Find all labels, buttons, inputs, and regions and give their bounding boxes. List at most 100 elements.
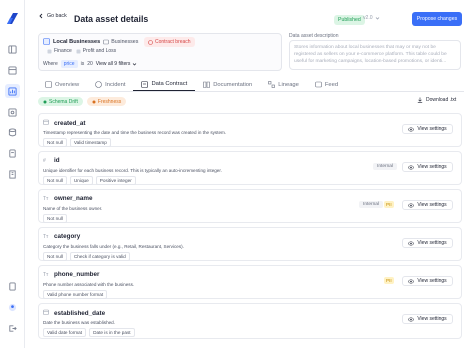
logout-icon[interactable]	[7, 323, 18, 334]
description-textarea[interactable]: Stores information about local businesse…	[289, 40, 461, 70]
text-icon: Tт	[43, 233, 49, 240]
tab-label: Incident	[105, 81, 126, 88]
propose-changes-button[interactable]: Propose changes	[412, 12, 462, 26]
test-chip: Not null	[43, 214, 67, 223]
view-settings-label: View settings	[417, 202, 447, 208]
field-description: Name of the business owner.	[43, 206, 103, 211]
overview-icon	[45, 81, 52, 88]
text-icon: Tт	[43, 271, 49, 278]
view-settings-button[interactable]: View settings	[402, 162, 453, 172]
field-description: Date the business was established.	[43, 320, 116, 325]
text-icon: Tт	[43, 195, 49, 202]
alert-icon	[148, 39, 153, 45]
filter-value: 20	[87, 61, 93, 67]
view-settings-button[interactable]: View settings	[402, 238, 453, 248]
where-label: Where	[43, 61, 58, 67]
back-button[interactable]: Go back	[38, 13, 67, 19]
tag-profit-loss[interactable]: Profit and Loss	[76, 48, 116, 54]
eye-icon	[408, 241, 415, 245]
asset-name: Local Businesses	[53, 38, 101, 45]
description-label: Data asset description	[289, 33, 339, 39]
view-settings-label: View settings	[417, 164, 447, 170]
folder-icon	[103, 39, 110, 44]
catalog-icon[interactable]	[7, 107, 18, 118]
view-settings-button[interactable]: View settings	[402, 124, 453, 134]
view-settings-label: View settings	[417, 278, 447, 284]
app-logo[interactable]	[6, 12, 19, 25]
field-description: Unique identifier for each business reco…	[43, 168, 222, 173]
document-icon[interactable]	[7, 148, 18, 159]
database-icon[interactable]	[7, 127, 18, 138]
tab-label: Documentation	[213, 81, 253, 88]
filter-field: price	[63, 61, 75, 67]
chevron-left-icon	[39, 13, 43, 19]
eye-icon	[408, 317, 415, 321]
pii-badge: PII	[384, 201, 394, 208]
view-settings-label: View settings	[417, 240, 447, 246]
field-card-phone-number: Tт phone_number Phone number associated w…	[38, 265, 462, 299]
home-icon[interactable]	[7, 44, 18, 55]
download-icon	[417, 97, 423, 103]
test-chip: Valid timestamp	[69, 138, 111, 147]
field-name: phone_number	[54, 271, 100, 278]
test-chip: Not null	[43, 252, 67, 261]
tab-documentation[interactable]: Documentation	[195, 78, 260, 91]
version-selector[interactable]: v2.0	[363, 15, 380, 21]
dot-icon	[92, 100, 96, 103]
incident-icon	[95, 81, 102, 88]
test-chip: Valid date format	[43, 328, 87, 337]
download-button[interactable]: Download .txt	[417, 97, 456, 103]
hash-icon: #	[43, 157, 46, 164]
test-chip: Not null	[43, 138, 67, 147]
tab-incident[interactable]: Incident	[87, 78, 133, 91]
view-all-filters-link[interactable]: View all 9 filters	[96, 61, 138, 67]
tab-data-contract[interactable]: Data Contract	[133, 78, 196, 91]
tab-label: Overview	[55, 81, 80, 88]
test-chip: Check if category is valid	[69, 252, 130, 261]
breach-label: Contract breach	[155, 39, 191, 45]
asset-crumb[interactable]: Businesses	[103, 39, 138, 45]
filter-field-chip[interactable]: price	[60, 60, 78, 68]
view-settings-button[interactable]: View settings	[402, 200, 453, 210]
tab-bar: Overview Incident Data Contract Document…	[38, 78, 464, 92]
docs-icon[interactable]	[7, 281, 18, 292]
field-description: Category the business falls under (e.g.,…	[43, 244, 184, 249]
tag-label: Finance	[54, 48, 72, 54]
contract-breach-badge: Contract breach	[144, 37, 195, 47]
internal-badge: Internal	[373, 163, 397, 170]
dashboard-icon[interactable]	[7, 65, 18, 76]
tab-feed[interactable]: Feed	[307, 78, 346, 91]
schema-drift-filter[interactable]: Schema Drift	[38, 97, 83, 106]
view-all-label: View all 9 filters	[95, 61, 131, 67]
filter-operator: is	[80, 61, 85, 67]
building-icon[interactable]	[7, 169, 18, 180]
freshness-filter[interactable]: Freshness	[86, 97, 127, 106]
field-card-id: # id Unique identifier for each business …	[38, 151, 462, 185]
field-description: Phone number associated with the busines…	[43, 282, 135, 287]
field-name: owner_name	[54, 195, 93, 202]
view-settings-label: View settings	[417, 316, 447, 322]
calendar-icon	[43, 309, 51, 317]
tag-finance[interactable]: Finance	[47, 48, 72, 54]
asset-summary-card: Local Businesses Businesses Contract bre…	[38, 33, 282, 71]
tag-label: Profit and Loss	[82, 48, 117, 54]
field-name: established_date	[54, 309, 106, 317]
tab-label: Data Contract	[151, 81, 188, 87]
field-card-established-date: established_date Date the business was e…	[38, 303, 462, 339]
avatar[interactable]	[7, 302, 18, 313]
eye-icon	[408, 203, 415, 207]
data-assets-icon[interactable]	[5, 84, 20, 98]
field-card-created-at: created_at Timestamp representing the da…	[38, 113, 462, 147]
view-settings-button[interactable]: View settings	[402, 276, 453, 286]
field-card-owner-name: Tт owner_name Name of the business owner.…	[38, 189, 462, 223]
crumb-label: Businesses	[111, 38, 139, 45]
table-icon	[43, 38, 50, 45]
field-name: id	[54, 157, 60, 164]
tab-overview[interactable]: Overview	[38, 78, 87, 91]
tab-lineage[interactable]: Lineage	[260, 78, 307, 91]
chevron-down-icon	[133, 62, 137, 65]
nav-rail	[0, 0, 25, 348]
lineage-icon	[268, 81, 276, 88]
tab-label: Lineage	[278, 81, 299, 88]
view-settings-button[interactable]: View settings	[402, 314, 453, 324]
